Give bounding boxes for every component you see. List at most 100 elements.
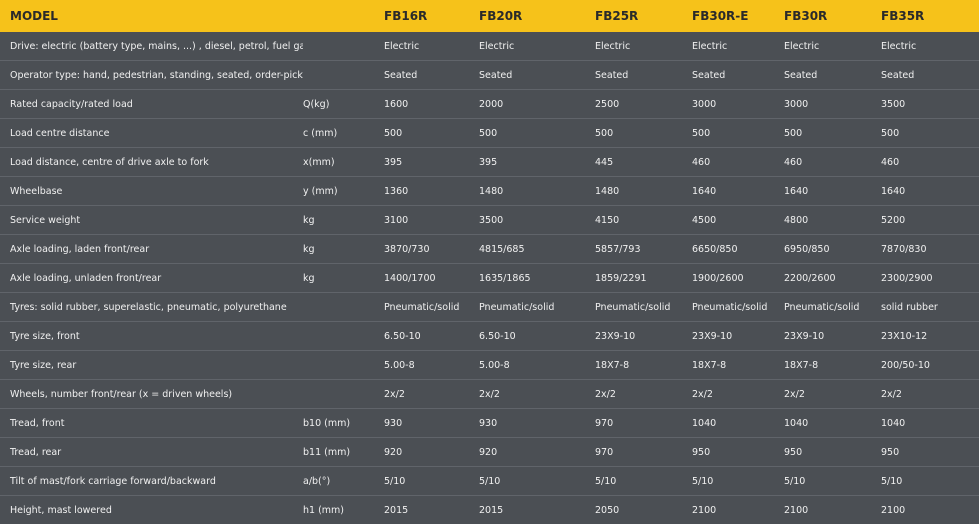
row-value: Electric <box>384 32 479 61</box>
row-value: 500 <box>784 119 881 148</box>
row-value: 5/10 <box>595 467 692 496</box>
row-value: 3000 <box>784 90 881 119</box>
row-value: 1600 <box>384 90 479 119</box>
row-value: 2x/2 <box>692 380 784 409</box>
row-value: Seated <box>881 61 979 90</box>
row-label: Drive: electric (battery type, mains, ..… <box>0 32 303 61</box>
table-row: Axle loading, unladen front/rearkg1400/1… <box>0 264 979 293</box>
spec-table-header: MODEL FB16R FB20R FB25R FB30R-E FB30R FB… <box>0 0 979 32</box>
row-value: 18X7-8 <box>784 351 881 380</box>
row-value: Electric <box>784 32 881 61</box>
row-value: 930 <box>384 409 479 438</box>
row-value: 2100 <box>784 496 881 524</box>
row-label: Tilt of mast/fork carriage forward/backw… <box>0 467 303 496</box>
row-label: Axle loading, unladen front/rear <box>0 264 303 293</box>
row-value: 3100 <box>384 206 479 235</box>
row-value: Seated <box>595 61 692 90</box>
row-value: 395 <box>479 148 595 177</box>
row-value: 7870/830 <box>881 235 979 264</box>
row-value: 1040 <box>881 409 979 438</box>
row-value: 5/10 <box>784 467 881 496</box>
row-value: 2050 <box>595 496 692 524</box>
row-value: 18X7-8 <box>595 351 692 380</box>
header-model: FB16R <box>384 0 479 32</box>
row-value: 1400/1700 <box>384 264 479 293</box>
row-value: Pneumatic/solid <box>595 293 692 322</box>
row-value: Seated <box>384 61 479 90</box>
row-value: 460 <box>784 148 881 177</box>
row-value: 5.00-8 <box>479 351 595 380</box>
row-value: 395 <box>384 148 479 177</box>
row-value: 4815/685 <box>479 235 595 264</box>
table-row: Load centre distancec (mm)50050050050050… <box>0 119 979 148</box>
row-value: 1360 <box>384 177 479 206</box>
row-value: Electric <box>595 32 692 61</box>
row-unit <box>303 293 384 322</box>
row-label: Load distance, centre of drive axle to f… <box>0 148 303 177</box>
row-value: 18X7-8 <box>692 351 784 380</box>
row-value: 970 <box>595 409 692 438</box>
row-unit: h1 (mm) <box>303 496 384 524</box>
row-value: 2x/2 <box>881 380 979 409</box>
header-model-label: MODEL <box>0 0 303 32</box>
table-row: Tread, frontb10 (mm)93093097010401040104… <box>0 409 979 438</box>
row-unit: kg <box>303 264 384 293</box>
row-value: 5/10 <box>881 467 979 496</box>
row-value: 2100 <box>881 496 979 524</box>
row-value: 6.50-10 <box>384 322 479 351</box>
table-row: Axle loading, laden front/rearkg3870/730… <box>0 235 979 264</box>
row-value: 23X9-10 <box>784 322 881 351</box>
row-value: 5/10 <box>384 467 479 496</box>
header-model: FB20R <box>479 0 595 32</box>
row-value: 1640 <box>784 177 881 206</box>
row-label: Service weight <box>0 206 303 235</box>
table-row: Tilt of mast/fork carriage forward/backw… <box>0 467 979 496</box>
row-value: 1900/2600 <box>692 264 784 293</box>
row-value: 500 <box>692 119 784 148</box>
row-value: 2x/2 <box>479 380 595 409</box>
table-row: Load distance, centre of drive axle to f… <box>0 148 979 177</box>
row-value: 930 <box>479 409 595 438</box>
row-value: 3870/730 <box>384 235 479 264</box>
row-label: Tyre size, front <box>0 322 303 351</box>
table-row: Wheelbasey (mm)136014801480164016401640 <box>0 177 979 206</box>
row-value: 920 <box>479 438 595 467</box>
table-row: Height, mast loweredh1 (mm)2015201520502… <box>0 496 979 524</box>
row-value: 6950/850 <box>784 235 881 264</box>
table-row: Tyre size, rear5.00-85.00-818X7-818X7-81… <box>0 351 979 380</box>
row-value: 2x/2 <box>595 380 692 409</box>
row-label: Operator type: hand, pedestrian, standin… <box>0 61 303 90</box>
row-label: Load centre distance <box>0 119 303 148</box>
row-value: 950 <box>784 438 881 467</box>
row-value: 460 <box>692 148 784 177</box>
row-unit <box>303 322 384 351</box>
row-unit: a/b(°) <box>303 467 384 496</box>
row-unit <box>303 351 384 380</box>
row-value: 2100 <box>692 496 784 524</box>
header-model: FB30R-E <box>692 0 784 32</box>
row-value: Pneumatic/solid <box>479 293 595 322</box>
row-value: 500 <box>384 119 479 148</box>
header-model: FB35R <box>881 0 979 32</box>
row-value: Electric <box>479 32 595 61</box>
row-label: Axle loading, laden front/rear <box>0 235 303 264</box>
row-value: 4800 <box>784 206 881 235</box>
table-row: Rated capacity/rated loadQ(kg)1600200025… <box>0 90 979 119</box>
row-value: Seated <box>784 61 881 90</box>
spec-table-body: Drive: electric (battery type, mains, ..… <box>0 32 979 524</box>
row-value: 5857/793 <box>595 235 692 264</box>
row-value: 6.50-10 <box>479 322 595 351</box>
row-value: 2000 <box>479 90 595 119</box>
header-model: FB25R <box>595 0 692 32</box>
row-value: 1859/2291 <box>595 264 692 293</box>
row-value: 1480 <box>595 177 692 206</box>
row-value: 5200 <box>881 206 979 235</box>
row-label: Tyre size, rear <box>0 351 303 380</box>
row-value: 2x/2 <box>784 380 881 409</box>
row-value: 23X9-10 <box>595 322 692 351</box>
row-value: 23X10-12 <box>881 322 979 351</box>
table-row: Wheels, number front/rear (x = driven wh… <box>0 380 979 409</box>
row-value: Electric <box>881 32 979 61</box>
row-unit: kg <box>303 206 384 235</box>
row-label: Tread, rear <box>0 438 303 467</box>
